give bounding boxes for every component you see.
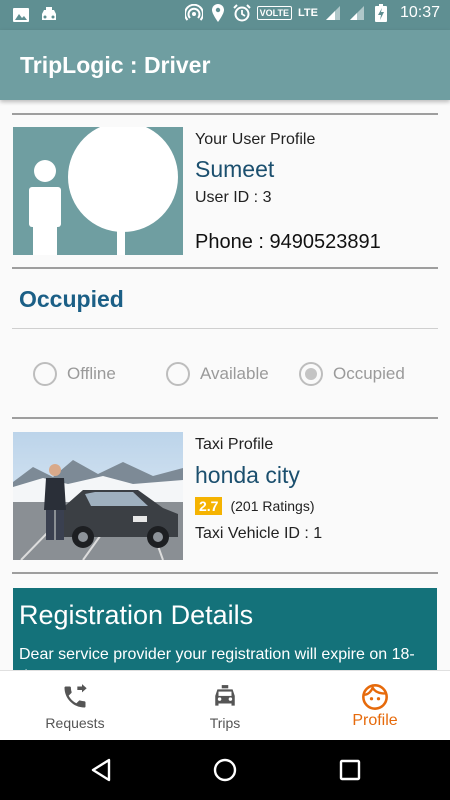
user-phone: Phone : 9490523891	[195, 231, 381, 253]
radio-circle[interactable]	[299, 362, 323, 386]
radio-circle[interactable]	[166, 362, 190, 386]
divider	[12, 113, 438, 115]
taxi-icon	[212, 683, 238, 711]
home-icon[interactable]	[210, 755, 240, 785]
radio-circle[interactable]	[33, 362, 57, 386]
location-icon	[209, 4, 227, 22]
status-bar: VOLTE LTE 10:37	[0, 0, 450, 30]
face-icon	[361, 683, 389, 711]
nav-label: Trips	[209, 715, 241, 731]
status-radio-group: Offline Available Occupied	[0, 362, 450, 392]
battery-charging-icon	[372, 4, 390, 22]
driver-status-heading: Occupied	[19, 286, 124, 312]
rating-badge: 2.7	[195, 497, 223, 515]
user-profile-label: Your User Profile	[195, 131, 316, 148]
taxi-photo	[13, 432, 183, 560]
taxi-rating: 2.7 (201 Ratings)	[195, 497, 315, 515]
user-name: Sumeet	[195, 156, 275, 182]
divider	[12, 572, 438, 574]
user-avatar	[13, 127, 183, 255]
clock: 10:37	[399, 4, 440, 21]
radio-occupied[interactable]: Occupied	[299, 362, 405, 386]
registration-title: Registration Details	[19, 600, 254, 630]
divider	[12, 328, 438, 329]
nav-label: Requests	[45, 715, 105, 731]
rating-count: (201 Ratings)	[230, 498, 315, 514]
image-icon	[12, 6, 30, 24]
taxi-vehicle-id: Taxi Vehicle ID : 1	[195, 525, 323, 542]
taxi-profile-label: Taxi Profile	[195, 436, 274, 453]
nav-label: Profile	[352, 712, 398, 729]
phone-forward-icon	[61, 683, 89, 711]
radio-label: Available	[200, 364, 269, 383]
radio-label: Offline	[67, 364, 116, 383]
divider	[12, 417, 438, 419]
lte-indicator: LTE	[297, 7, 318, 19]
signal-icon	[324, 4, 342, 22]
profile-content[interactable]: Your User Profile Sumeet User ID : 3 Pho…	[0, 100, 450, 670]
radio-offline[interactable]: Offline	[33, 362, 116, 386]
alarm-icon	[232, 4, 251, 22]
nav-trips[interactable]: Trips	[150, 671, 300, 741]
divider	[12, 267, 438, 269]
radio-label: Occupied	[333, 364, 405, 383]
hotspot-icon	[184, 4, 203, 22]
app-title: TripLogic : Driver	[20, 52, 211, 78]
taxi-notification-icon	[40, 6, 58, 24]
app-bar: TripLogic : Driver	[0, 30, 450, 100]
bottom-navigation: Requests Trips Profile	[0, 670, 450, 740]
user-id: User ID : 3	[195, 189, 272, 206]
volte-badge: VOLTE	[256, 6, 292, 20]
registration-card: Registration Details Dear service provid…	[13, 588, 437, 670]
nav-requests[interactable]: Requests	[0, 671, 150, 741]
taxi-model: honda city	[195, 462, 300, 488]
back-icon[interactable]	[86, 755, 116, 785]
radio-available[interactable]: Available	[166, 362, 269, 386]
registration-message: Dear service provider your registration …	[19, 646, 415, 670]
signal-icon	[348, 4, 366, 22]
system-navigation-bar	[0, 740, 450, 800]
recents-icon[interactable]	[335, 755, 365, 785]
nav-profile[interactable]: Profile	[300, 671, 450, 741]
